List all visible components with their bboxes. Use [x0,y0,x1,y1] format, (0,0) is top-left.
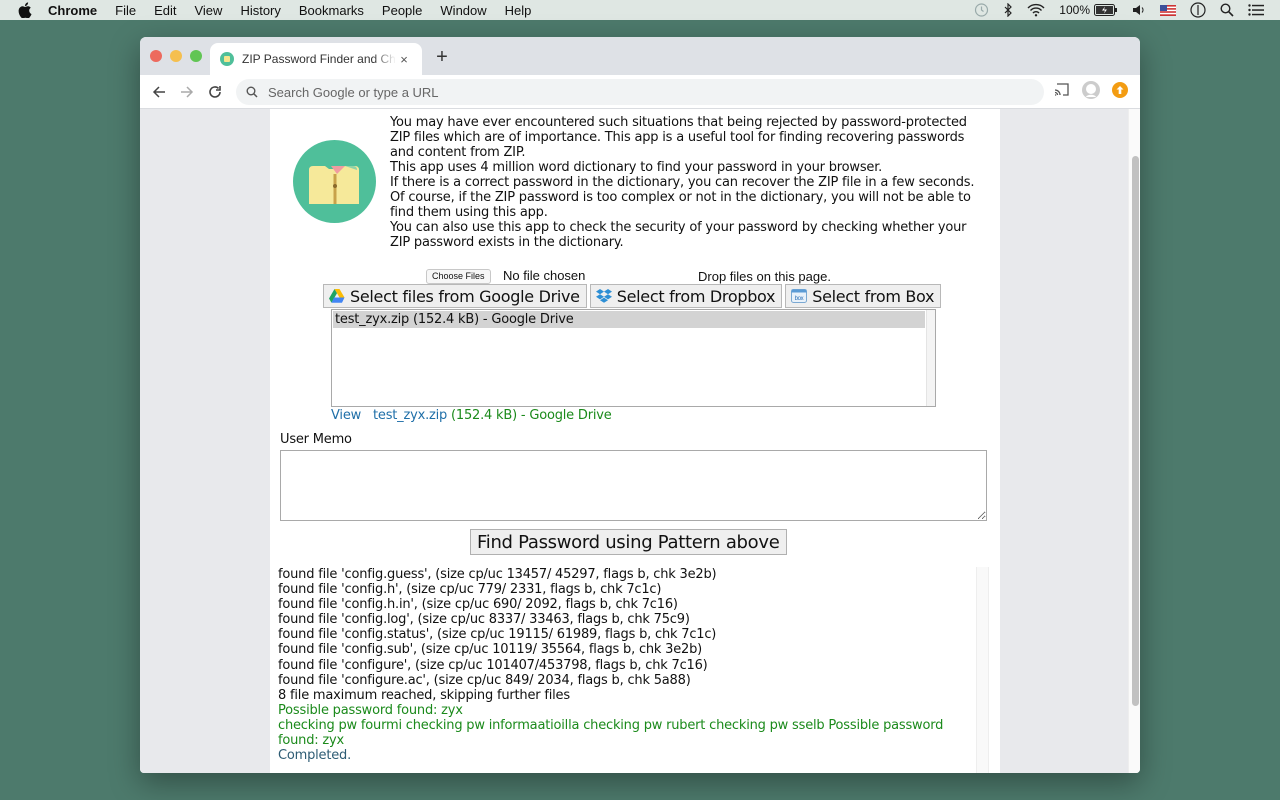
log-line: found file 'config.status', (size cp/uc … [278,627,717,643]
browser-toolbar: Search Google or type a URL [140,75,1140,109]
close-window-button[interactable] [150,50,162,62]
log-line: found file 'config.h', (size cp/uc 779/ … [278,582,662,598]
maximize-window-button[interactable] [190,50,202,62]
google-drive-icon [329,289,345,303]
menu-chrome[interactable]: Chrome [48,3,97,18]
browser-window: ZIP Password Finder and Checker × + Sear… [140,37,1140,773]
page-scrollbar-thumb[interactable] [1132,156,1139,706]
minimize-window-button[interactable] [170,50,182,62]
intro-paragraph: If there is a correct password in the di… [390,175,975,190]
find-password-button[interactable]: Find Password using Pattern above [470,529,787,555]
intro-paragraph: Of course, if the ZIP password is too co… [390,190,971,220]
menu-edit[interactable]: Edit [154,3,176,18]
profile-avatar-icon[interactable] [1082,80,1100,104]
battery-percent: 100% [1059,3,1090,17]
tab-strip: ZIP Password Finder and Checker × + [140,37,1140,75]
battery-icon[interactable] [1094,0,1118,20]
wifi-icon[interactable] [1027,0,1045,20]
checking-progress-message: checking pw fourmi checking pw informaat… [278,717,944,749]
drop-files-message: Drop files on this page. [698,269,831,284]
box-button[interactable]: box Select from Box [785,284,942,308]
new-tab-button[interactable]: + [432,46,452,69]
intro-paragraph: You may have ever encountered such situa… [390,115,967,160]
search-icon [246,86,258,98]
svg-text:box: box [795,296,804,302]
log-line: 8 file maximum reached, skipping further… [278,687,570,703]
page-content: You may have ever encountered such situa… [270,109,1000,773]
file-chosen-status: No file chosen [503,268,586,283]
address-bar[interactable]: Search Google or type a URL [236,79,1044,105]
box-button-label: Select from Box [812,286,935,306]
selected-files-list[interactable]: test_zyx.zip (152.4 kB) - Google Drive [331,309,936,407]
menu-view[interactable]: View [194,3,222,18]
intro-paragraph: This app uses 4 million word dictionary … [390,160,883,175]
dropbox-button-label: Select from Dropbox [616,286,776,306]
zip-folder-logo [293,140,376,223]
reload-icon[interactable] [204,81,226,103]
menu-help[interactable]: Help [505,3,532,18]
menu-history[interactable]: History [240,3,280,18]
intro-description: You may have ever encountered such situa… [390,115,990,250]
zip-app-favicon-icon [220,52,234,66]
update-available-icon[interactable] [1112,81,1128,103]
apple-menu-icon[interactable] [18,2,34,18]
tab-title: ZIP Password Finder and Checker [242,52,396,66]
menu-bookmarks[interactable]: Bookmarks [299,3,364,18]
menu-window[interactable]: Window [440,3,486,18]
tab-zip-password-finder[interactable]: ZIP Password Finder and Checker × [210,43,422,75]
choose-files-button[interactable]: Choose Files [426,269,491,284]
menu-people[interactable]: People [382,3,422,18]
volume-icon[interactable] [1132,0,1146,20]
output-log: found file 'config.guess', (size cp/uc 1… [278,567,976,773]
us-flag-input-icon[interactable] [1160,0,1176,20]
log-line: found file 'config.sub', (size cp/uc 101… [278,642,703,658]
cloud-source-buttons: Select files from Google Drive Select fr… [323,284,942,308]
forward-arrow-icon[interactable] [176,81,198,103]
user-switch-icon[interactable] [1190,0,1206,20]
google-drive-button-label: Select files from Google Drive [350,286,580,306]
page-viewport: You may have ever encountered such situa… [140,109,1140,773]
user-memo-label: User Memo [280,432,352,447]
google-drive-button[interactable]: Select files from Google Drive [323,284,587,308]
tab-close-icon[interactable]: × [396,52,412,67]
address-bar-placeholder: Search Google or type a URL [268,84,439,100]
zip-folder-icon [309,166,359,204]
user-memo-textarea[interactable] [280,450,987,521]
view-file-link[interactable]: View [331,408,361,423]
dropbox-button[interactable]: Select from Dropbox [589,284,783,308]
dropbox-icon [595,289,612,303]
intro-section: You may have ever encountered such situa… [270,109,1000,265]
file-list-item[interactable]: test_zyx.zip (152.4 kB) - Google Drive [333,311,925,328]
log-scrollbar[interactable] [976,567,989,773]
log-line: found file 'config.guess', (size cp/uc 1… [278,567,717,582]
viewed-file-name[interactable]: test_zyx.zip [373,408,447,423]
notification-center-icon[interactable] [1248,0,1264,20]
cast-icon[interactable] [1054,82,1070,102]
window-controls [150,50,202,62]
password-found-message: Possible password found: zyx [278,702,463,718]
log-line: found file 'configure', (size cp/uc 1014… [278,657,708,673]
log-line: found file 'config.h.in', (size cp/uc 69… [278,597,678,613]
log-line: found file 'configure.ac', (size cp/uc 8… [278,672,691,688]
back-arrow-icon[interactable] [148,81,170,103]
completed-status: Completed. [278,748,352,764]
intro-paragraph: You can also use this app to check the s… [390,220,967,250]
box-icon: box [791,289,808,303]
spotlight-search-icon[interactable] [1220,0,1234,20]
menu-file[interactable]: File [115,3,136,18]
time-machine-icon[interactable] [973,0,989,20]
bluetooth-icon[interactable] [1003,0,1013,20]
file-view-line: View test_zyx.zip (152.4 kB) - Google Dr… [331,408,612,423]
page-scrollbar[interactable] [1128,109,1140,773]
viewed-file-details: (152.4 kB) - Google Drive [447,408,612,423]
file-list-scrollbar[interactable] [926,310,935,406]
log-line: found file 'config.log', (size cp/uc 833… [278,612,690,628]
macos-menubar: Chrome File Edit View History Bookmarks … [0,0,1280,20]
